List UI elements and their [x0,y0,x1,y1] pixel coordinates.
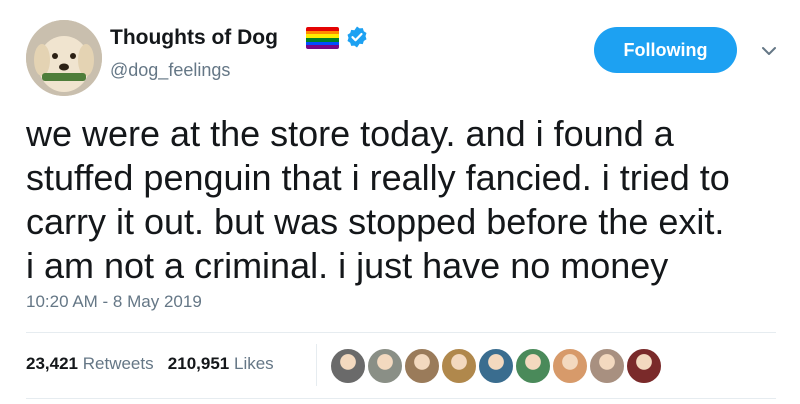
divider [26,332,776,333]
retweets-stat[interactable]: 23,421 Retweets [26,354,158,373]
liker-avatar-icon[interactable] [552,348,588,384]
liker-avatar-icon[interactable] [441,348,477,384]
liker-avatar-icon[interactable] [330,348,366,384]
divider [26,398,776,399]
likes-label: Likes [233,354,274,373]
following-button[interactable]: Following [594,27,737,73]
retweets-count: 23,421 [26,354,78,373]
retweets-label: Retweets [82,354,154,373]
tweet-line: we were at the store today. and i found … [26,113,674,154]
tweet-line: i am not a criminal. i just have no mone… [26,245,669,286]
divider [316,344,317,386]
liker-avatar-icon[interactable] [515,348,551,384]
likes-count: 210,951 [167,354,230,373]
display-name[interactable]: Thoughts of Dog [110,26,278,50]
chevron-down-icon[interactable] [758,40,780,62]
rainbow-flag-icon [306,27,339,49]
tweet-line: stuffed penguin that i really fancied. i… [26,157,730,198]
liker-avatar-icon[interactable] [626,348,662,384]
likes-stat[interactable]: 210,951 Likes [168,354,274,373]
liker-avatar-icon[interactable] [478,348,514,384]
tweet-text: we were at the store today. and i found … [26,112,786,288]
flag-stripe [306,45,339,49]
tweet-line: carry it out. but was stopped before the… [26,201,725,242]
user-handle[interactable]: @dog_feelings [110,59,230,81]
tweet-timestamp[interactable]: 10:20 AM - 8 May 2019 [26,291,202,313]
liker-avatar-icon[interactable] [404,348,440,384]
dog-avatar-icon[interactable] [26,20,102,96]
verified-badge-icon [345,25,369,49]
liker-avatar-icon[interactable] [367,348,403,384]
liker-avatar-icon[interactable] [589,348,625,384]
tweet-stats: 23,421 Retweets 210,951 Likes [26,353,274,375]
